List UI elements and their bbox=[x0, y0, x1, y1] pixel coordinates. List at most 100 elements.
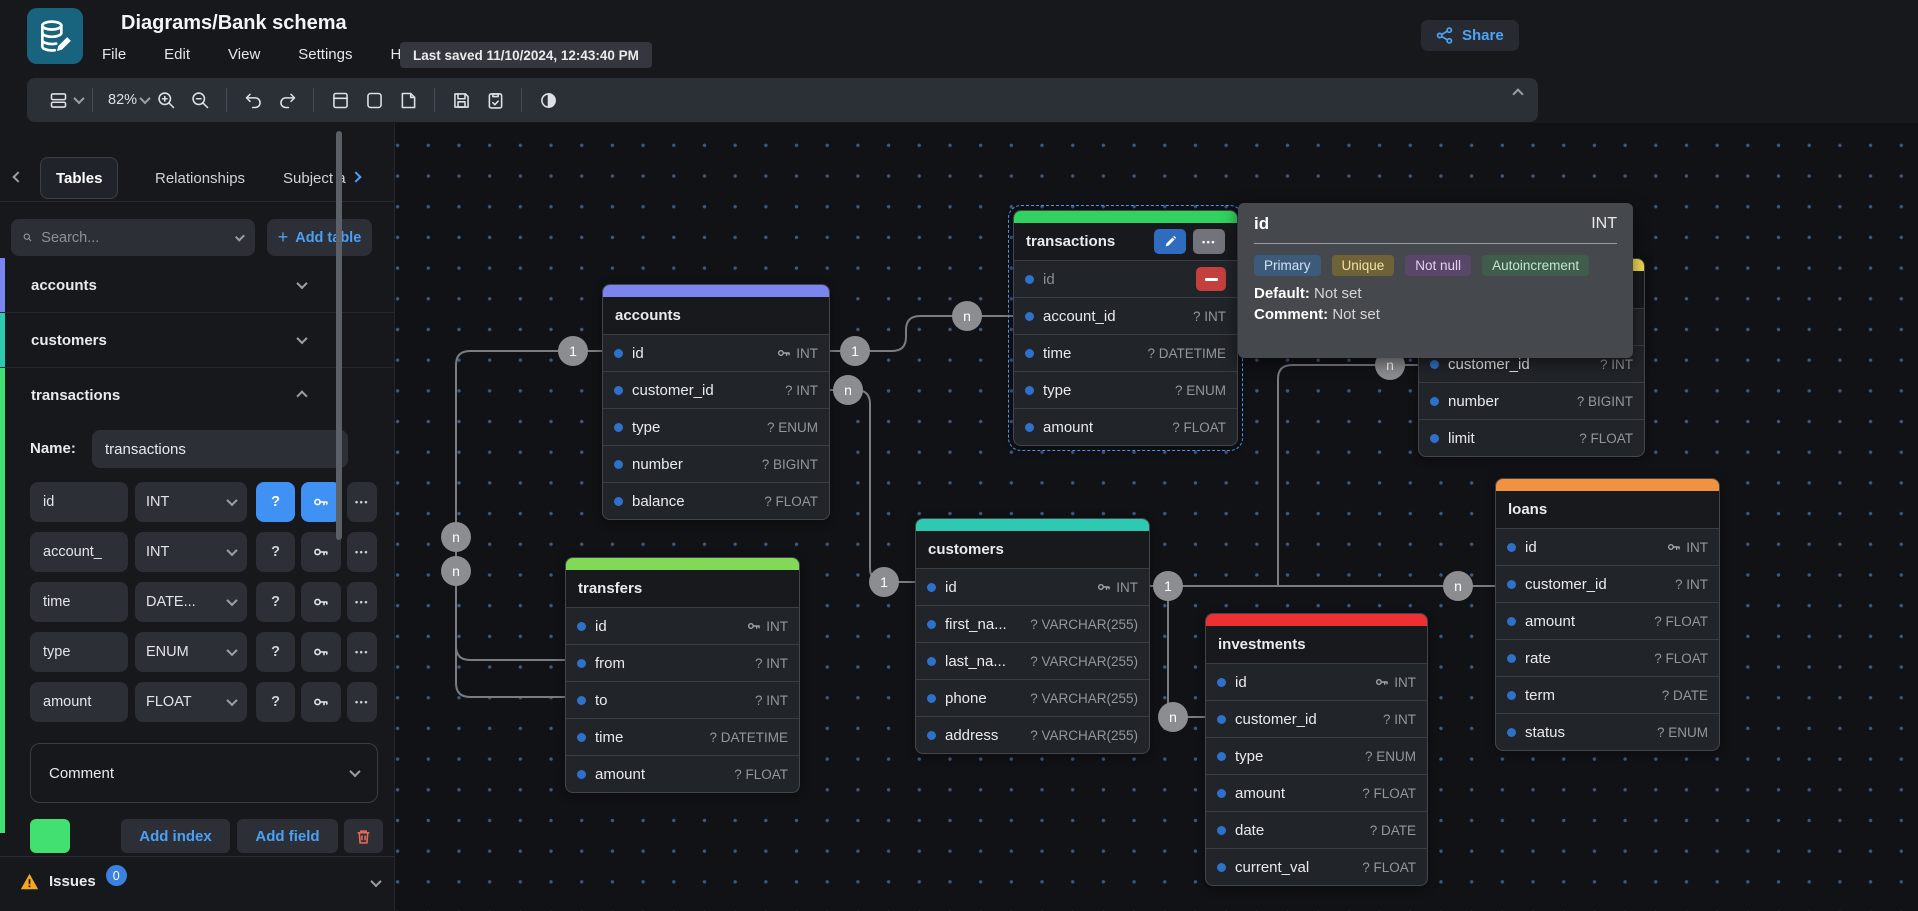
field-type-select[interactable]: FLOAT bbox=[135, 682, 247, 722]
table-field-row[interactable]: current_val? FLOAT bbox=[1206, 848, 1427, 885]
nullable-toggle[interactable]: ? bbox=[256, 482, 295, 522]
tabs-scroll-right-icon[interactable] bbox=[350, 171, 361, 182]
table-field-row[interactable]: customer_id? INT bbox=[1496, 565, 1719, 602]
todo-button[interactable] bbox=[481, 85, 509, 115]
field-options-button[interactable]: ••• bbox=[347, 532, 377, 572]
add-index-button[interactable]: Add index bbox=[121, 819, 230, 853]
collapse-icon[interactable] bbox=[296, 390, 307, 401]
table-field-row[interactable]: type? ENUM bbox=[603, 408, 829, 445]
tabs-scroll-left-icon[interactable] bbox=[12, 171, 23, 182]
field-type-select[interactable]: DATE... bbox=[135, 582, 247, 622]
edit-table-button[interactable] bbox=[1154, 229, 1186, 254]
table-card-customers[interactable]: customers idINT first_na...? VARCHAR(255… bbox=[915, 518, 1150, 754]
undo-button[interactable] bbox=[239, 85, 267, 115]
delete-field-button[interactable] bbox=[1196, 267, 1226, 291]
table-field-row[interactable]: from? INT bbox=[566, 644, 799, 681]
table-options-button[interactable]: ••• bbox=[1193, 229, 1225, 254]
table-field-row[interactable]: idINT bbox=[603, 334, 829, 371]
search-input[interactable] bbox=[41, 230, 228, 246]
expand-icon[interactable] bbox=[296, 333, 307, 344]
table-field-row[interactable]: idINT bbox=[1496, 528, 1719, 565]
table-field-row[interactable]: amount? FLOAT bbox=[566, 755, 799, 792]
table-field-row[interactable]: idINT bbox=[566, 607, 799, 644]
table-field-row[interactable]: account_id? INT bbox=[1014, 297, 1237, 334]
field-name-input[interactable]: account_ bbox=[30, 532, 128, 572]
table-field-row[interactable]: type? ENUM bbox=[1206, 737, 1427, 774]
nullable-toggle[interactable]: ? bbox=[256, 632, 295, 672]
search-box[interactable] bbox=[11, 219, 255, 256]
table-card-investments[interactable]: investments idINT customer_id? INT type?… bbox=[1205, 613, 1428, 886]
add-note-button[interactable] bbox=[394, 85, 422, 115]
menu-edit[interactable]: Edit bbox=[160, 44, 194, 65]
nullable-toggle[interactable]: ? bbox=[256, 532, 295, 572]
table-field-row[interactable]: date? DATE bbox=[1206, 811, 1427, 848]
add-table-button[interactable]: + Add table bbox=[267, 219, 372, 256]
table-field-row[interactable]: to? INT bbox=[566, 681, 799, 718]
theme-toggle-button[interactable] bbox=[534, 85, 562, 115]
delete-table-button[interactable] bbox=[344, 819, 383, 853]
table-field-row[interactable]: amount? FLOAT bbox=[1014, 408, 1237, 445]
table-field-row[interactable]: rate? FLOAT bbox=[1496, 639, 1719, 676]
field-type-select[interactable]: INT bbox=[135, 482, 247, 522]
tab-relationships[interactable]: Relationships bbox=[140, 157, 260, 199]
primary-key-toggle[interactable] bbox=[301, 532, 341, 572]
table-color-swatch[interactable] bbox=[30, 819, 70, 853]
field-name-input[interactable]: amount bbox=[30, 682, 128, 722]
chevron-down-icon[interactable] bbox=[370, 876, 381, 887]
table-field-row[interactable]: phone? VARCHAR(255) bbox=[916, 679, 1149, 716]
field-name-input[interactable]: type bbox=[30, 632, 128, 672]
nullable-toggle[interactable]: ? bbox=[256, 682, 295, 722]
nullable-toggle[interactable]: ? bbox=[256, 582, 295, 622]
field-name-input[interactable]: time bbox=[30, 582, 128, 622]
field-options-button[interactable]: ••• bbox=[347, 482, 377, 522]
zoom-out-button[interactable] bbox=[186, 85, 214, 115]
sidebar-scrollbar[interactable] bbox=[336, 131, 342, 540]
table-field-row[interactable]: type? ENUM bbox=[1014, 371, 1237, 408]
sidebar-item-accounts[interactable]: accounts bbox=[0, 258, 394, 313]
primary-key-toggle[interactable] bbox=[301, 582, 341, 622]
table-field-row[interactable]: address? VARCHAR(255) bbox=[916, 716, 1149, 753]
zoom-level[interactable]: 82% bbox=[108, 92, 137, 108]
search-caret-icon[interactable] bbox=[235, 231, 245, 241]
collapse-header-icon[interactable] bbox=[1512, 88, 1523, 99]
primary-key-toggle[interactable] bbox=[301, 482, 341, 522]
field-name-input[interactable]: id bbox=[30, 482, 128, 522]
zoom-caret-icon[interactable] bbox=[139, 93, 150, 104]
table-field-row[interactable]: customer_id? INT bbox=[1206, 700, 1427, 737]
table-field-row[interactable]: first_na...? VARCHAR(255) bbox=[916, 605, 1149, 642]
menu-file[interactable]: File bbox=[98, 44, 130, 65]
table-field-row[interactable]: number? BIGINT bbox=[603, 445, 829, 482]
field-type-select[interactable]: ENUM bbox=[135, 632, 247, 672]
table-field-row[interactable]: time? DATETIME bbox=[1014, 334, 1237, 371]
expand-icon[interactable] bbox=[296, 278, 307, 289]
sidebar-item-customers[interactable]: customers bbox=[0, 313, 394, 368]
table-field-row[interactable]: id bbox=[1014, 260, 1237, 297]
share-button[interactable]: Share bbox=[1421, 20, 1519, 51]
table-field-row[interactable]: number? BIGINT bbox=[1419, 382, 1644, 419]
table-card-accounts[interactable]: accounts idINT customer_id? INT type? EN… bbox=[602, 284, 830, 520]
tab-tables[interactable]: Tables bbox=[40, 157, 118, 199]
table-field-row[interactable]: last_na...? VARCHAR(255) bbox=[916, 642, 1149, 679]
add-area-button[interactable] bbox=[360, 85, 388, 115]
field-options-button[interactable]: ••• bbox=[347, 682, 377, 722]
menu-view[interactable]: View bbox=[224, 44, 264, 65]
table-field-row[interactable]: term? DATE bbox=[1496, 676, 1719, 713]
menu-settings[interactable]: Settings bbox=[294, 44, 356, 65]
zoom-in-button[interactable] bbox=[152, 85, 180, 115]
diagram-layout-button[interactable] bbox=[44, 85, 72, 115]
table-name-input[interactable] bbox=[92, 430, 348, 468]
table-card-loans[interactable]: loans idINT customer_id? INT amount? FLO… bbox=[1495, 478, 1720, 751]
table-field-row[interactable]: balance? FLOAT bbox=[603, 482, 829, 519]
table-field-row[interactable]: status? ENUM bbox=[1496, 713, 1719, 750]
field-type-select[interactable]: INT bbox=[135, 532, 247, 572]
table-field-row[interactable]: time? DATETIME bbox=[566, 718, 799, 755]
layout-caret-icon[interactable] bbox=[73, 93, 84, 104]
table-field-row[interactable]: idINT bbox=[1206, 663, 1427, 700]
field-options-button[interactable]: ••• bbox=[347, 632, 377, 672]
redo-button[interactable] bbox=[273, 85, 301, 115]
tab-subject-areas[interactable]: Subject ar bbox=[268, 157, 346, 199]
table-card-transfers[interactable]: transfers idINT from? INT to? INT time? … bbox=[565, 557, 800, 793]
table-field-row[interactable]: customer_id? INT bbox=[603, 371, 829, 408]
comment-section[interactable]: Comment bbox=[30, 743, 378, 803]
add-table-tool-button[interactable] bbox=[326, 85, 354, 115]
